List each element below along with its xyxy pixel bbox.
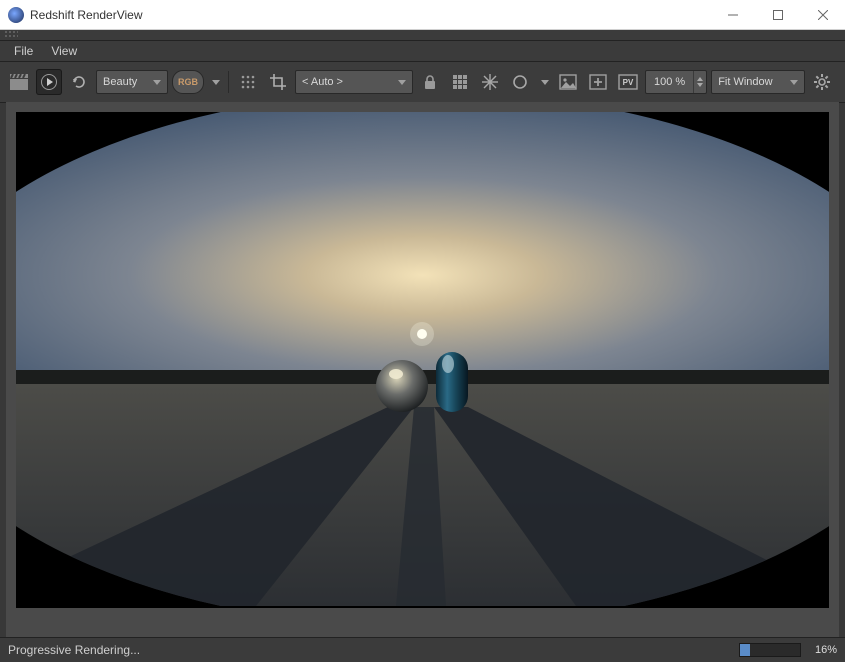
menubar: File View (0, 41, 845, 62)
statusbar: Progressive Rendering... 16% (0, 637, 845, 662)
toolbar-separator (228, 71, 229, 93)
viewport-panel (6, 102, 839, 638)
add-image-icon[interactable] (585, 69, 611, 95)
pv-icon[interactable]: PV (615, 69, 641, 95)
circle-options-dropdown[interactable] (537, 69, 551, 95)
progress-bar-fill (740, 644, 750, 656)
progress-percent: 16% (809, 644, 837, 656)
highlight-icon[interactable] (477, 69, 503, 95)
fit-mode-dropdown[interactable]: Fit Window (711, 70, 805, 94)
zoom-spinner[interactable]: 100 % (645, 70, 707, 94)
region-preset-dropdown[interactable]: < Auto > (295, 70, 413, 94)
play-button[interactable] (36, 69, 62, 95)
chevron-down-icon (212, 80, 220, 85)
window-minimize-button[interactable] (710, 0, 755, 30)
rendered-scene (16, 112, 829, 606)
refresh-icon[interactable] (66, 69, 92, 95)
menu-view[interactable]: View (43, 42, 85, 60)
render-viewport[interactable] (16, 112, 829, 608)
window-maximize-button[interactable] (755, 0, 800, 30)
progress-bar (739, 643, 801, 657)
menu-file[interactable]: File (6, 42, 41, 60)
progress-indicator: 16% (739, 643, 837, 657)
arrow-up-icon[interactable] (697, 77, 703, 81)
channel-options-dropdown[interactable] (208, 69, 222, 95)
pv-label: PV (623, 78, 634, 87)
status-text: Progressive Rendering... (8, 643, 140, 657)
lock-icon[interactable] (417, 69, 443, 95)
window-close-button[interactable] (800, 0, 845, 30)
dotgrid-icon[interactable] (235, 69, 261, 95)
circle-icon[interactable] (507, 69, 533, 95)
arrow-down-icon[interactable] (697, 83, 703, 87)
region-preset-label: < Auto > (302, 76, 343, 88)
aov-dropdown[interactable]: Beauty (96, 70, 168, 94)
window-title: Redshift RenderView (30, 8, 143, 22)
clapperboard-icon[interactable] (6, 69, 32, 95)
chevron-down-icon (541, 80, 549, 85)
dock-handle[interactable] (0, 30, 845, 41)
toolbar: Beauty RGB < Auto > PV (0, 62, 845, 103)
rgb-channel-pill[interactable]: RGB (172, 70, 204, 94)
grid-icon[interactable] (447, 69, 473, 95)
rgb-channel-label: RGB (178, 77, 198, 87)
chevron-down-icon (398, 80, 406, 85)
chevron-down-icon (153, 80, 161, 85)
gear-icon[interactable] (809, 69, 835, 95)
aov-dropdown-label: Beauty (103, 76, 137, 88)
window-titlebar: Redshift RenderView (0, 0, 845, 30)
image-icon[interactable] (555, 69, 581, 95)
fit-mode-label: Fit Window (718, 76, 772, 88)
chevron-down-icon (790, 80, 798, 85)
crop-icon[interactable] (265, 69, 291, 95)
app-icon (8, 7, 24, 23)
zoom-value: 100 % (646, 76, 693, 88)
